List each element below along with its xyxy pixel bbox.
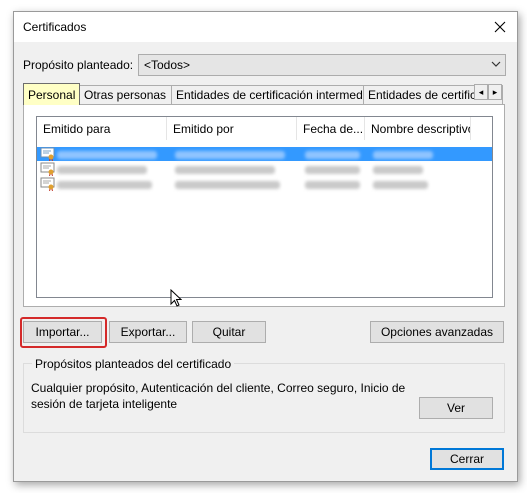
- tab-intermediate-authorities[interactable]: Entidades de certificación intermedias: [171, 85, 364, 104]
- certificate-icon: [40, 162, 55, 176]
- certificate-row[interactable]: [37, 147, 492, 161]
- view-button[interactable]: Ver: [419, 397, 493, 419]
- mouse-pointer-icon: [170, 289, 182, 307]
- remove-button[interactable]: Quitar: [192, 321, 266, 343]
- column-header-issued-to[interactable]: Emitido para: [37, 117, 167, 140]
- certificate-icon: [40, 177, 55, 191]
- tab-scroll-left-button[interactable]: ◂: [474, 84, 488, 100]
- title-bar: Certificados: [14, 12, 517, 42]
- purpose-select-value: <Todos>: [144, 58, 191, 72]
- certificate-row[interactable]: [37, 162, 492, 176]
- certificate-icon: [40, 147, 55, 161]
- arrow-right-icon: ▸: [492, 86, 498, 97]
- tab-scroll-right-button[interactable]: ▸: [488, 84, 502, 100]
- certificate-purposes-title: Propósitos planteados del certificado: [32, 357, 235, 371]
- tab-strip: Personal Otras personas Entidades de cer…: [23, 83, 505, 105]
- export-button[interactable]: Exportar...: [109, 321, 187, 343]
- close-icon: [494, 21, 506, 33]
- close-window-button[interactable]: [483, 12, 517, 42]
- tab-personal[interactable]: Personal: [23, 83, 80, 105]
- advanced-options-button[interactable]: Opciones avanzadas: [370, 321, 504, 343]
- column-header-expiration-date[interactable]: Fecha de...: [297, 117, 365, 140]
- purpose-select[interactable]: <Todos>: [138, 54, 506, 76]
- arrow-left-icon: ◂: [478, 86, 484, 97]
- certificate-purposes-text: Cualquier propósito, Autenticación del c…: [31, 381, 406, 411]
- certificates-dialog: Certificados Propósito planteado: <Todos…: [13, 11, 518, 482]
- close-button[interactable]: Cerrar: [430, 448, 504, 470]
- column-header-friendly-name[interactable]: Nombre descriptivo: [365, 117, 471, 140]
- certificate-row[interactable]: [37, 177, 492, 191]
- purpose-label: Propósito planteado:: [23, 58, 134, 72]
- certificate-list[interactable]: Emitido para Emitido por Fecha de... Nom…: [36, 116, 493, 298]
- tab-panel-personal: Emitido para Emitido por Fecha de... Nom…: [23, 104, 505, 307]
- column-header-issued-by[interactable]: Emitido por: [167, 117, 297, 140]
- tab-other-people[interactable]: Otras personas: [79, 85, 172, 104]
- window-title: Certificados: [23, 20, 87, 34]
- import-button[interactable]: Importar...: [23, 321, 102, 343]
- chevron-down-icon: [491, 61, 501, 67]
